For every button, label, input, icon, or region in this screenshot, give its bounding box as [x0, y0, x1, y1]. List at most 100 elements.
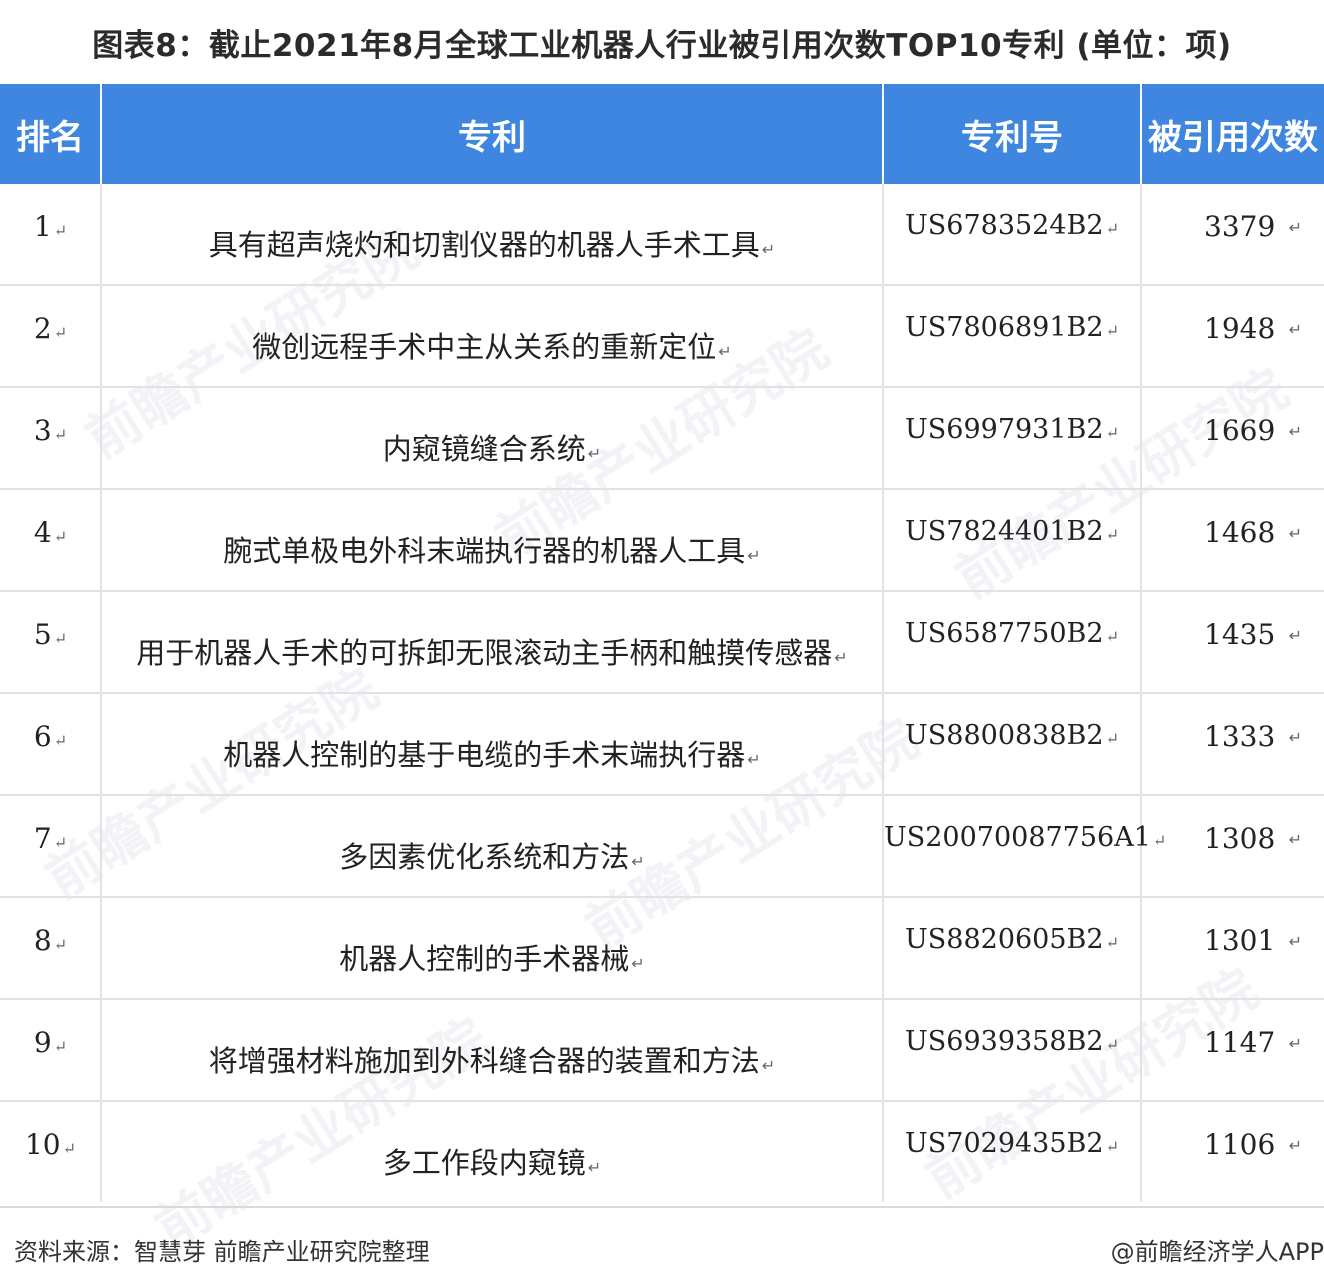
patent-number-text: US20070087756A1 — [884, 822, 1151, 853]
patent-name-text: 用于机器人手术的可拆卸无限滚动主手柄和触摸传感器 — [136, 636, 833, 670]
return-mark-icon: ↵ — [1288, 830, 1302, 849]
citation-count-text: 1308 — [1204, 822, 1276, 855]
patent-name: 将增强材料施加到外科缝合器的装置和方法 ↵ — [102, 1038, 882, 1080]
source-note: 资料来源：智慧芽 前瞻产业研究院整理 — [14, 1238, 430, 1266]
citation-count: 1435 — [1204, 618, 1275, 651]
return-mark-icon: ↵ — [1105, 1035, 1119, 1054]
patent-number: US7806891B2 ↵ — [884, 312, 1140, 343]
patent-number-cell: US8820605B2 ↵ — [882, 896, 1141, 999]
rank: 2 ↵ — [0, 312, 101, 345]
return-mark-icon: ↵ — [747, 750, 761, 769]
citation-count-text: 1948 — [1204, 312, 1276, 345]
header-citations: 被引用次数 — [1140, 84, 1324, 184]
table-row: 9 ↵ 将增强材料施加到外科缝合器的装置和方法 ↵ US6939358B2 ↵ 1147 ↵ — [0, 998, 1324, 1101]
citation-count-text: 1333 — [1204, 720, 1276, 753]
patent-number-cell: US8800838B2 ↵ — [882, 692, 1141, 795]
return-mark-icon: ↵ — [62, 1139, 77, 1158]
return-mark-icon: ↵ — [53, 527, 68, 546]
return-mark-icon: ↵ — [1288, 1136, 1302, 1155]
rank-cell: 2 ↵ — [0, 284, 101, 387]
citation-count-cell: 1669 ↵ — [1140, 386, 1324, 489]
patent-number-text: US6939358B2 — [905, 1026, 1104, 1057]
citation-count-cell: 1435 ↵ — [1140, 590, 1324, 693]
patent-number-text: US6783524B2 — [905, 210, 1104, 241]
patent-name: 用于机器人手术的可拆卸无限滚动主手柄和触摸传感器 ↵ — [102, 630, 882, 672]
return-mark-icon: ↵ — [1105, 423, 1119, 442]
rank-cell: 1 ↵ — [0, 184, 101, 285]
table-row: 7 ↵ 多因素优化系统和方法 ↵ US20070087756A1 ↵ 1308 ↵ — [0, 794, 1324, 897]
patent-number-cell: US6939358B2 ↵ — [882, 998, 1141, 1101]
patent-number-cell: US7806891B2 ↵ — [882, 284, 1141, 387]
return-mark-icon: ↵ — [1288, 626, 1302, 645]
citation-count-text: 1669 — [1204, 414, 1276, 447]
citation-count-cell: 1147 ↵ — [1140, 998, 1324, 1101]
patent-number-cell: US6997931B2 ↵ — [882, 386, 1141, 489]
rank-text: 8 — [33, 924, 52, 957]
rank: 6 ↵ — [0, 720, 101, 753]
patent-number: US7824401B2 ↵ — [884, 516, 1140, 547]
return-mark-icon: ↵ — [1288, 524, 1302, 543]
table-row: 4 ↵ 腕式单极电外科末端执行器的机器人工具 ↵ US7824401B2 ↵ 1468 ↵ — [0, 488, 1324, 591]
return-mark-icon: ↵ — [53, 935, 68, 954]
table-row: 1 ↵ 具有超声烧灼和切割仪器的机器人手术工具 ↵ US6783524B2 ↵ 3379 ↵ — [0, 184, 1324, 285]
return-mark-icon: ↵ — [1105, 933, 1119, 952]
return-mark-icon: ↵ — [718, 342, 732, 361]
citation-count: 1308 — [1204, 822, 1275, 855]
rank-cell: 4 ↵ — [0, 488, 101, 591]
rank-cell: 10 ↵ — [0, 1100, 101, 1202]
patent-name: 机器人控制的基于电缆的手术末端执行器 ↵ — [102, 732, 882, 774]
rank-cell: 5 ↵ — [0, 590, 101, 693]
citation-count-text: 1435 — [1204, 618, 1276, 651]
patent-name-text: 机器人控制的手术器械 — [339, 942, 630, 976]
citation-count-cell: 1948 ↵ — [1140, 284, 1324, 387]
patent-number-text: US7806891B2 — [905, 312, 1104, 343]
table-row: 3 ↵ 内窥镜缝合系统 ↵ US6997931B2 ↵ 1669 ↵ — [0, 386, 1324, 489]
rank-text: 7 — [33, 822, 52, 855]
rank: 5 ↵ — [0, 618, 101, 651]
patent-name-text: 具有超声烧灼和切割仪器的机器人手术工具 — [208, 228, 760, 262]
citation-count-cell: 1308 ↵ — [1140, 794, 1324, 897]
patent-name: 具有超声烧灼和切割仪器的机器人手术工具 ↵ — [102, 222, 882, 264]
rank: 10 ↵ — [0, 1128, 101, 1161]
return-mark-icon: ↵ — [1288, 728, 1302, 747]
citation-count: 1669 — [1204, 414, 1275, 447]
return-mark-icon: ↵ — [53, 629, 68, 648]
return-mark-icon: ↵ — [53, 425, 68, 444]
return-mark-icon: ↵ — [631, 852, 645, 871]
table-header-row: 排名 专利 专利号 被引用次数 — [0, 84, 1324, 184]
citation-count-cell: 1301 ↵ — [1140, 896, 1324, 999]
return-mark-icon: ↵ — [1288, 218, 1302, 237]
patent-name-cell: 具有超声烧灼和切割仪器的机器人手术工具 ↵ — [100, 184, 883, 285]
patent-number-text: US8820605B2 — [905, 924, 1104, 955]
header-patent-number: 专利号 — [882, 84, 1141, 184]
citation-count-text: 1468 — [1204, 516, 1276, 549]
patent-name-cell: 机器人控制的手术器械 ↵ — [100, 896, 883, 999]
patent-number: US6997931B2 ↵ — [884, 414, 1140, 445]
patent-number: US6939358B2 ↵ — [884, 1026, 1140, 1057]
patent-name-cell: 机器人控制的基于电缆的手术末端执行器 ↵ — [100, 692, 883, 795]
rank: 4 ↵ — [0, 516, 101, 549]
patent-number-text: US8800838B2 — [905, 720, 1104, 751]
rank: 7 ↵ — [0, 822, 101, 855]
citation-count: 1948 — [1204, 312, 1275, 345]
return-mark-icon: ↵ — [1288, 320, 1302, 339]
patent-number: US7029435B2 ↵ — [884, 1128, 1140, 1159]
citation-count: 1468 — [1204, 516, 1275, 549]
brand-credit: @前瞻经济学人APP — [1110, 1238, 1324, 1266]
rank: 9 ↵ — [0, 1026, 101, 1059]
rank-text: 2 — [33, 312, 52, 345]
rank-text: 9 — [33, 1026, 52, 1059]
citation-count-cell: 1106 ↵ — [1140, 1100, 1324, 1202]
patent-number: US6783524B2 ↵ — [884, 210, 1140, 241]
table-row: 6 ↵ 机器人控制的基于电缆的手术末端执行器 ↵ US8800838B2 ↵ 1333 ↵ — [0, 692, 1324, 795]
patent-name-cell: 腕式单极电外科末端执行器的机器人工具 ↵ — [100, 488, 883, 591]
citation-count: 3379 — [1204, 210, 1275, 243]
rank-text: 1 — [33, 210, 52, 243]
patent-name: 微创远程手术中主从关系的重新定位 ↵ — [102, 324, 882, 366]
citation-count-cell: 1468 ↵ — [1140, 488, 1324, 591]
return-mark-icon: ↵ — [53, 731, 68, 750]
table-row: 2 ↵ 微创远程手术中主从关系的重新定位 ↵ US7806891B2 ↵ 1948 ↵ — [0, 284, 1324, 387]
return-mark-icon: ↵ — [1105, 729, 1119, 748]
patent-number: US8820605B2 ↵ — [884, 924, 1140, 955]
table-row: 8 ↵ 机器人控制的手术器械 ↵ US8820605B2 ↵ 1301 ↵ — [0, 896, 1324, 999]
